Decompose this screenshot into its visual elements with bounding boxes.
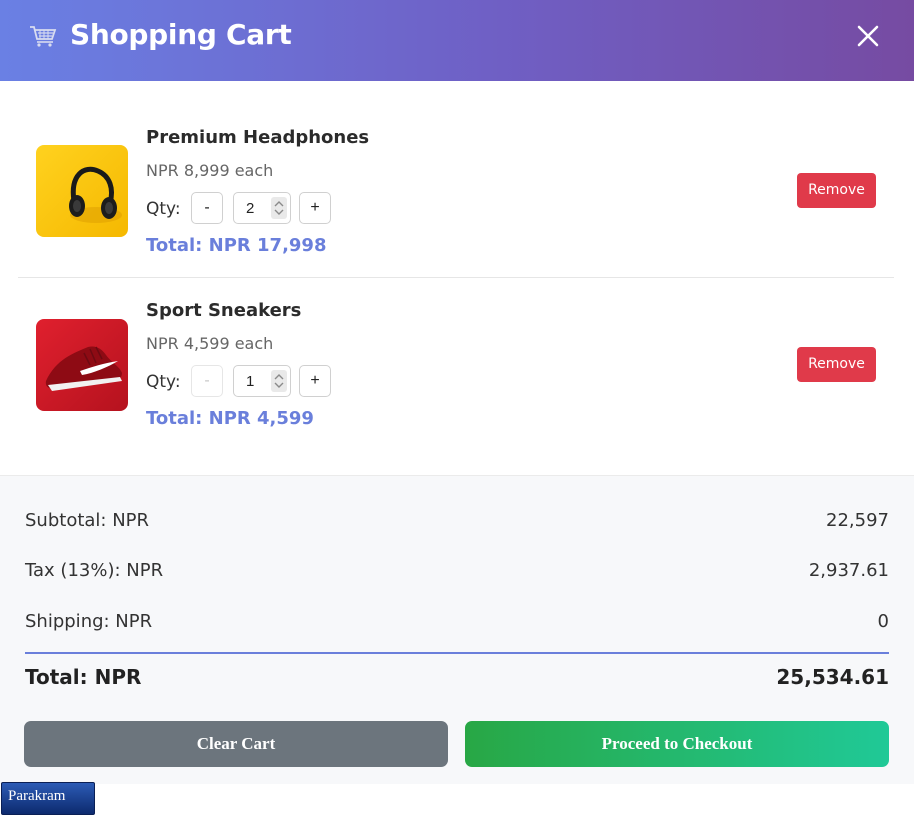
- subtotal-label: Subtotal: NPR: [25, 510, 150, 531]
- item-unit-price: NPR 4,599 each: [146, 334, 274, 353]
- spinner-arrows-icon[interactable]: [271, 197, 287, 219]
- headphones-image: [36, 145, 128, 237]
- cart-items: Premium Headphones NPR 8,999 each Qty: -…: [0, 81, 914, 475]
- quantity-value: 1: [246, 373, 255, 390]
- grand-total-label: Total: NPR: [25, 665, 142, 689]
- sneakers-image: [36, 319, 128, 411]
- shopping-cart-icon: [30, 26, 57, 47]
- qty-label: Qty:: [146, 372, 181, 392]
- cart-header: Shopping Cart: [0, 0, 914, 81]
- remove-button[interactable]: Remove: [797, 347, 876, 382]
- increase-quantity-button[interactable]: +: [299, 192, 331, 224]
- item-unit-price: NPR 8,999 each: [146, 161, 274, 180]
- decrease-quantity-button[interactable]: -: [191, 192, 223, 224]
- remove-button[interactable]: Remove: [797, 173, 876, 208]
- tax-label: Tax (13%): NPR: [25, 560, 164, 581]
- spinner-arrows-icon[interactable]: [271, 370, 287, 392]
- qty-label: Qty:: [146, 199, 181, 219]
- cart-item: Sport Sneakers NPR 4,599 each Qty: - 1 +…: [18, 278, 894, 452]
- shipping-value: 0: [877, 611, 889, 632]
- cart-item: Premium Headphones NPR 8,999 each Qty: -…: [18, 103, 894, 278]
- quantity-input[interactable]: 1: [233, 365, 291, 397]
- tax-value: 2,937.61: [808, 560, 889, 581]
- cart-title: Shopping Cart: [70, 18, 292, 51]
- checkout-button[interactable]: Proceed to Checkout: [465, 721, 889, 767]
- item-total: Total: NPR 17,998: [146, 235, 327, 256]
- shipping-label: Shipping: NPR: [25, 611, 153, 632]
- quantity-value: 2: [246, 200, 255, 217]
- subtotal-value: 22,597: [826, 510, 889, 531]
- summary-divider: [25, 652, 889, 654]
- quantity-input[interactable]: 2: [233, 192, 291, 224]
- item-total: Total: NPR 4,599: [146, 408, 314, 429]
- item-name: Sport Sneakers: [146, 300, 302, 321]
- clear-cart-button[interactable]: Clear Cart: [24, 721, 448, 767]
- increase-quantity-button[interactable]: +: [299, 365, 331, 397]
- cart-summary: Subtotal: NPR 22,597 Tax (13%): NPR 2,93…: [0, 475, 914, 784]
- item-name: Premium Headphones: [146, 127, 370, 148]
- cart-modal: Shopping Cart Premium Headphones NPR 8,9…: [0, 0, 914, 784]
- decrease-quantity-button[interactable]: -: [191, 365, 223, 397]
- grand-total-value: 25,534.61: [776, 665, 889, 689]
- close-icon[interactable]: [852, 20, 884, 52]
- footer-tag[interactable]: Parakram: [1, 782, 95, 815]
